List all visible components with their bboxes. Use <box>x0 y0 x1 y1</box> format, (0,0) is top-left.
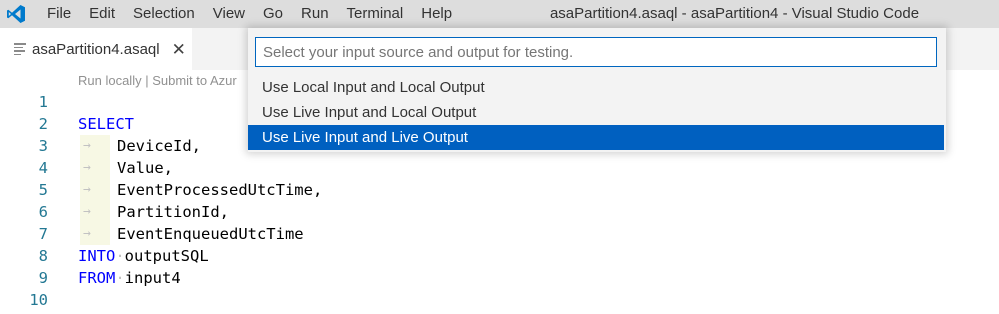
quick-pick: Use Local Input and Local Output Use Liv… <box>248 28 946 152</box>
code-text: Value, <box>117 157 173 179</box>
code-text: PartitionId, <box>117 201 229 223</box>
menu-view[interactable]: View <box>204 0 254 28</box>
code-line[interactable]: 5 → EventProcessedUtcTime, <box>0 179 999 201</box>
code-token: Value, <box>117 159 173 177</box>
menu-run[interactable]: Run <box>292 0 338 28</box>
space-whitespace-icon: · <box>115 247 125 265</box>
file-lines-icon <box>14 43 26 55</box>
line-number: 4 <box>38 159 48 177</box>
codelens-separator: | <box>141 73 153 88</box>
code-text: SELECT <box>78 113 134 135</box>
tab-whitespace-icon: → <box>80 179 110 201</box>
code-line[interactable]: 10 <box>0 289 999 311</box>
code-line[interactable]: 7 → EventEnqueuedUtcTime <box>0 223 999 245</box>
tab-whitespace-icon: → <box>80 201 110 223</box>
code-text: EventProcessedUtcTime, <box>117 179 322 201</box>
code-token: outputSQL <box>124 247 209 265</box>
menu-edit[interactable]: Edit <box>80 0 124 28</box>
line-number: 6 <box>38 203 48 221</box>
sql-keyword: INTO <box>78 247 116 265</box>
code-token: PartitionId, <box>117 203 229 221</box>
code-text: INTO·outputSQL <box>78 245 209 267</box>
code-text: DeviceId, <box>117 135 201 157</box>
quick-pick-input[interactable] <box>255 37 937 67</box>
code-text: FROM·input4 <box>78 267 181 289</box>
window-title: asaPartition4.asaql - asaPartition4 - Vi… <box>549 5 920 22</box>
menu-terminal[interactable]: Terminal <box>338 0 413 28</box>
menu-selection[interactable]: Selection <box>124 0 204 28</box>
code-line[interactable]: 4 → Value, <box>0 157 999 179</box>
codelens: Run locally | Submit to Azur <box>78 73 237 88</box>
menu-go[interactable]: Go <box>254 0 292 28</box>
menu-file[interactable]: File <box>38 0 80 28</box>
close-icon[interactable]: ✕ <box>172 41 186 58</box>
tab-whitespace-icon: → <box>80 157 110 179</box>
space-whitespace-icon: · <box>115 269 125 287</box>
code-line[interactable]: 9 FROM·input4 <box>0 267 999 289</box>
tab-asapartition4[interactable]: asaPartition4.asaql ✕ <box>0 28 192 70</box>
menu-bar: File Edit Selection View Go Run Terminal… <box>38 0 461 28</box>
quick-pick-list: Use Local Input and Local Output Use Liv… <box>248 75 946 150</box>
sql-keyword: FROM <box>78 269 116 287</box>
sql-keyword: SELECT <box>78 115 134 133</box>
line-number: 5 <box>38 181 48 199</box>
quick-pick-item-local-local[interactable]: Use Local Input and Local Output <box>248 75 946 100</box>
code-line[interactable]: 8 INTO·outputSQL <box>0 245 999 267</box>
code-text: EventEnqueuedUtcTime <box>117 223 304 245</box>
submit-to-azure-link[interactable]: Submit to Azur <box>152 73 237 88</box>
code-token: input4 <box>124 269 181 287</box>
line-number: 2 <box>38 115 48 133</box>
line-number: 3 <box>38 137 48 155</box>
run-locally-link[interactable]: Run locally <box>78 73 142 88</box>
code-token: EventEnqueuedUtcTime <box>117 225 304 243</box>
quick-pick-item-live-local[interactable]: Use Live Input and Local Output <box>248 100 946 125</box>
quick-pick-item-live-live[interactable]: Use Live Input and Live Output <box>248 125 944 150</box>
line-number: 9 <box>38 269 48 287</box>
code-token: DeviceId, <box>117 137 201 155</box>
menu-help[interactable]: Help <box>412 0 461 28</box>
line-number: 1 <box>38 93 48 111</box>
code-line[interactable]: 6 → PartitionId, <box>0 201 999 223</box>
line-number: 10 <box>29 291 48 309</box>
line-number: 8 <box>38 247 48 265</box>
tab-label: asaPartition4.asaql <box>32 40 160 58</box>
code-token: EventProcessedUtcTime, <box>117 181 323 199</box>
tab-whitespace-icon: → <box>80 135 110 157</box>
vscode-logo-icon[interactable] <box>6 4 26 24</box>
tab-whitespace-icon: → <box>80 223 110 245</box>
line-number: 7 <box>38 225 48 243</box>
title-bar: File Edit Selection View Go Run Terminal… <box>0 0 999 28</box>
